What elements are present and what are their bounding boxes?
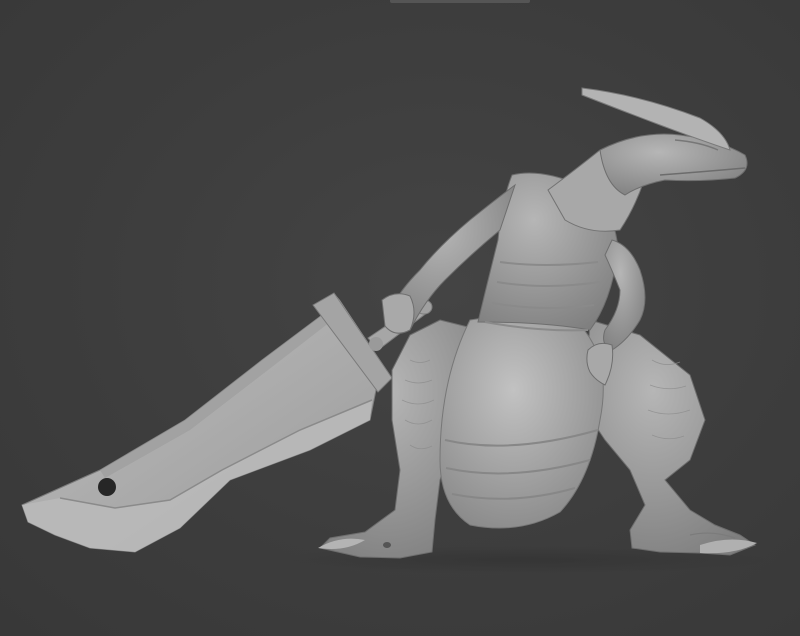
sculpt-render [21,87,770,574]
3d-viewport[interactable] [0,0,800,636]
dinosaur-creature [318,87,757,559]
blade-hole [98,478,116,496]
cleaver-sword [21,292,433,553]
